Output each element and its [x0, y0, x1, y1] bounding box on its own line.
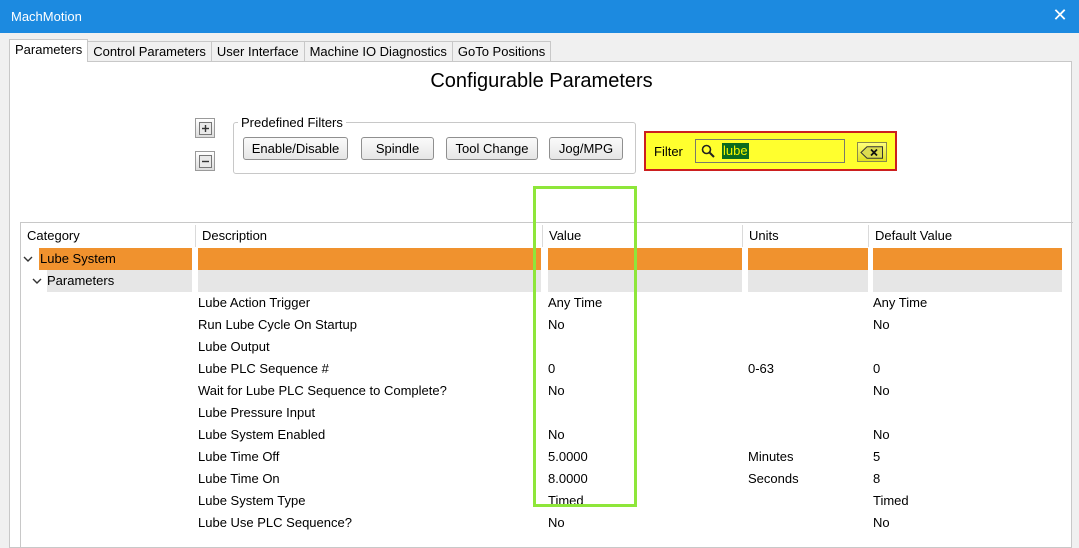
subcategory-default-cell — [873, 270, 1062, 292]
category-label: Lube System — [40, 251, 116, 266]
default-value-cell: Any Time — [873, 295, 928, 310]
filter-value: lube — [722, 143, 749, 159]
description-cell: Run Lube Cycle On Startup — [198, 317, 357, 332]
default-value-cell: No — [873, 383, 890, 398]
default-value-cell: 0 — [873, 361, 881, 376]
column-header-category[interactable]: Category — [21, 225, 196, 247]
column-header-description[interactable]: Description — [196, 225, 543, 247]
title-bar: MachMotion ✕ — [0, 0, 1079, 33]
filter-area: Filter lube — [644, 131, 897, 171]
subcategory-description-cell — [198, 270, 541, 292]
category-default-cell — [873, 248, 1062, 270]
window-title: MachMotion — [11, 9, 82, 24]
filter-label: Filter — [654, 144, 683, 159]
description-cell: Lube Use PLC Sequence? — [198, 515, 352, 530]
description-cell: Lube PLC Sequence # — [198, 361, 329, 376]
tab-control-parameters[interactable]: Control Parameters — [87, 41, 212, 62]
default-value-cell: 5 — [873, 449, 881, 464]
units-cell: 0-63 — [748, 361, 775, 376]
description-cell: Lube Action Trigger — [198, 295, 311, 310]
chevron-down-icon[interactable] — [32, 277, 42, 285]
description-cell: Lube Output — [198, 339, 270, 354]
chevron-down-icon[interactable] — [23, 255, 33, 263]
close-icon[interactable]: ✕ — [1049, 4, 1071, 26]
spindle-filter-button[interactable]: Spindle — [361, 137, 434, 160]
column-header-default-value[interactable]: Default Value — [869, 225, 1074, 247]
description-cell: Wait for Lube PLC Sequence to Complete? — [198, 383, 447, 398]
column-header-units[interactable]: Units — [743, 225, 869, 247]
tab-strip: Parameters Control Parameters User Inter… — [9, 39, 552, 62]
backspace-clear-icon — [860, 146, 883, 159]
page-title: Configurable Parameters — [430, 70, 653, 92]
units-cell: Seconds — [748, 471, 799, 486]
enable-disable-filter-button[interactable]: Enable/Disable — [243, 137, 348, 160]
clear-filter-button[interactable] — [857, 142, 887, 162]
tab-goto-positions[interactable]: GoTo Positions — [451, 41, 552, 62]
search-icon — [701, 144, 715, 158]
description-cell: Lube Pressure Input — [198, 405, 316, 420]
tool-change-filter-button[interactable]: Tool Change — [446, 137, 538, 160]
category-units-cell — [748, 248, 868, 270]
default-value-cell: No — [873, 427, 890, 442]
subcategory-units-cell — [748, 270, 868, 292]
minus-icon — [199, 155, 212, 168]
collapse-all-button[interactable] — [195, 151, 215, 171]
tab-user-interface[interactable]: User Interface — [210, 41, 305, 62]
expand-all-button[interactable] — [195, 118, 215, 138]
default-value-cell: 8 — [873, 471, 881, 486]
jog-mpg-filter-button[interactable]: Jog/MPG — [549, 137, 623, 160]
default-value-cell: No — [873, 515, 890, 530]
description-cell: Lube Time On — [198, 471, 280, 486]
predefined-filters-label: Predefined Filters — [238, 115, 346, 130]
description-cell: Lube System Enabled — [198, 427, 326, 442]
value-cell[interactable]: No — [548, 512, 565, 534]
plus-icon — [199, 122, 212, 135]
default-value-cell: Timed — [873, 493, 909, 508]
description-cell: Lube Time Off — [198, 449, 280, 464]
filter-input[interactable]: lube — [695, 139, 845, 163]
tab-machine-io-diagnostics[interactable]: Machine IO Diagnostics — [303, 41, 453, 62]
description-cell: Lube System Type — [198, 493, 306, 508]
category-description-cell — [198, 248, 541, 270]
value-column-highlight — [533, 186, 637, 507]
subcategory-label: Parameters — [47, 273, 115, 288]
tab-parameters[interactable]: Parameters — [9, 39, 89, 62]
default-value-cell: No — [873, 317, 890, 332]
units-cell: Minutes — [748, 449, 794, 464]
